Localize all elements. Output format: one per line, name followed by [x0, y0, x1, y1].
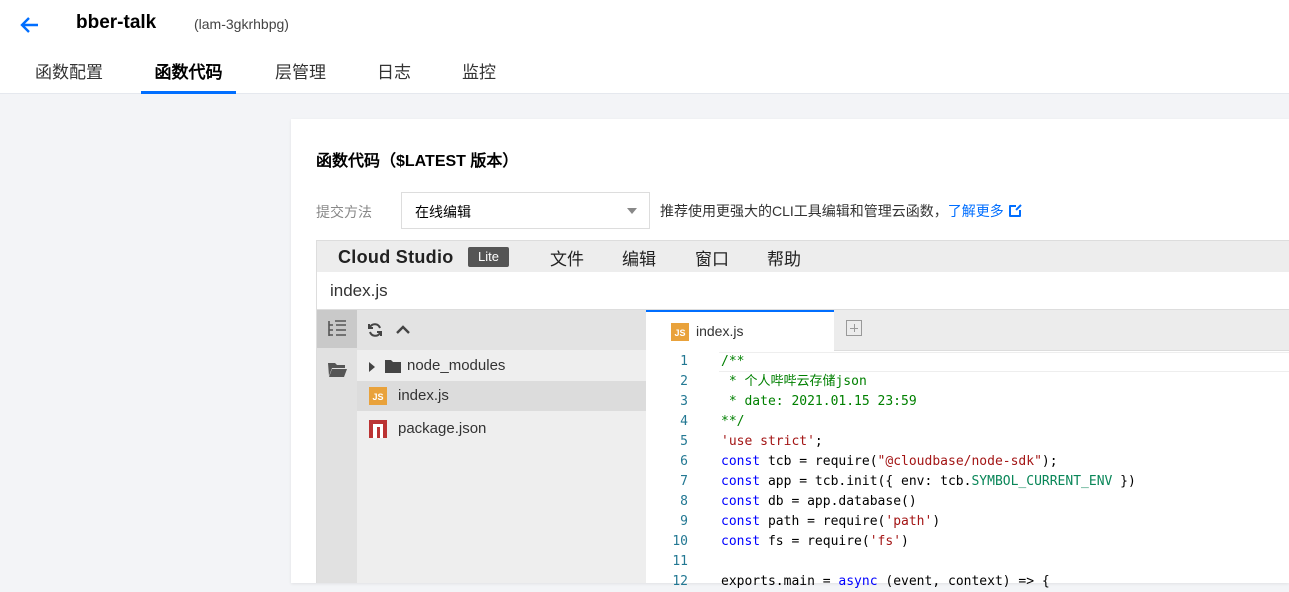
file-tree-icon[interactable] [317, 310, 357, 348]
npm-package-icon [369, 420, 387, 443]
menu-window[interactable]: 窗口 [695, 245, 729, 270]
function-name: bber-talk [76, 12, 157, 33]
studio-logo: Cloud Studio [338, 247, 454, 267]
studio-menu-bar: Cloud Studio Lite 文件 编辑 窗口 帮助 [317, 240, 1289, 272]
tree-item-index-js[interactable]: JS index.js [357, 381, 646, 411]
file-explorer: node_modules JS index.js package.json [357, 310, 646, 583]
menu-file[interactable]: 文件 [550, 245, 584, 270]
code-line: 4 **/ [680, 414, 745, 429]
code-line: 9 const path = require('path') [680, 514, 941, 529]
top-bar: bber-talk (lam-3gkrhbpg) 函数配置 函数代码 层管理 日… [0, 0, 1289, 94]
editor-tab-strip: JS index.js [646, 310, 1289, 351]
cli-hint-text: 推荐使用更强大的CLI工具编辑和管理云函数， [660, 203, 948, 219]
code-line: 12 exports.main = async (event, context) … [672, 574, 1050, 589]
activity-bar [317, 310, 357, 583]
learn-more-link[interactable]: 了解更多 [948, 203, 1022, 219]
submit-method-value: 在线编辑 [415, 204, 471, 220]
code-line: 11 [672, 554, 688, 569]
add-tab-icon[interactable] [846, 320, 862, 336]
explorer-toolbar [357, 310, 646, 350]
js-file-icon: JS [369, 387, 387, 405]
tab-monitoring[interactable]: 监控 [461, 56, 497, 94]
file-title-bar: index.js [317, 272, 1289, 310]
cloud-studio: Cloud Studio Lite 文件 编辑 窗口 帮助 index.js n… [316, 240, 1289, 589]
tree-item-node-modules[interactable]: node_modules [357, 351, 646, 381]
external-link-icon [1008, 204, 1022, 217]
menu-edit[interactable]: 编辑 [622, 245, 656, 270]
chevron-up-icon[interactable] [395, 322, 411, 343]
code-line: 10 const fs = require('fs') [672, 534, 909, 549]
function-id: (lam-3gkrhbpg) [194, 16, 289, 32]
refresh-icon[interactable] [367, 322, 383, 343]
tab-function-config[interactable]: 函数配置 [33, 56, 105, 94]
editor-tab-label: index.js [696, 323, 744, 339]
current-line-highlight [719, 352, 1289, 372]
code-panel: 函数代码（$LATEST 版本） 提交方法 在线编辑 推荐使用更强大的CLI工具… [291, 119, 1289, 589]
submit-method-select[interactable]: 在线编辑 [401, 192, 650, 229]
back-arrow-icon[interactable] [18, 14, 42, 36]
menu-help[interactable]: 帮助 [767, 245, 801, 270]
tab-logs[interactable]: 日志 [376, 56, 412, 94]
tab-layer-management[interactable]: 层管理 [273, 56, 328, 94]
code-line: 5'use strict'; [680, 434, 823, 449]
code-line: 6 const tcb = require("@cloudbase/node-sd… [680, 454, 1058, 469]
tree-label: package.json [398, 420, 487, 437]
code-line: 3 * date: 2021.01.15 23:59 [680, 394, 917, 409]
tree-item-package-json[interactable]: package.json [357, 414, 646, 444]
folder-open-icon[interactable] [317, 350, 357, 388]
code-line: 2 * 个人哔哔云存储json [680, 374, 867, 389]
caret-right-icon [369, 362, 375, 372]
js-file-icon: JS [671, 323, 689, 341]
code-editor: JS index.js 1/** 2 * 个人哔哔云存储json 3 * dat… [646, 310, 1289, 589]
code-line: 1/** [646, 352, 1289, 372]
folder-icon [385, 359, 401, 378]
lite-badge: Lite [468, 247, 509, 267]
tree-label: index.js [398, 387, 449, 404]
code-line: 7 const app = tcb.init({ env: tcb.SYMBOL_… [680, 474, 1136, 489]
editor-tab-index-js[interactable]: JS index.js [646, 310, 834, 351]
code-line: 8 const db = app.database() [680, 494, 917, 509]
chevron-down-icon [627, 208, 637, 214]
tree-label: node_modules [407, 357, 506, 374]
submit-method-label: 提交方法 [316, 204, 372, 220]
file-title: index.js [330, 281, 388, 300]
cli-hint: 推荐使用更强大的CLI工具编辑和管理云函数，了解更多 [660, 201, 1022, 221]
panel-title: 函数代码（$LATEST 版本） [316, 153, 519, 170]
tab-function-code[interactable]: 函数代码 [141, 56, 236, 94]
